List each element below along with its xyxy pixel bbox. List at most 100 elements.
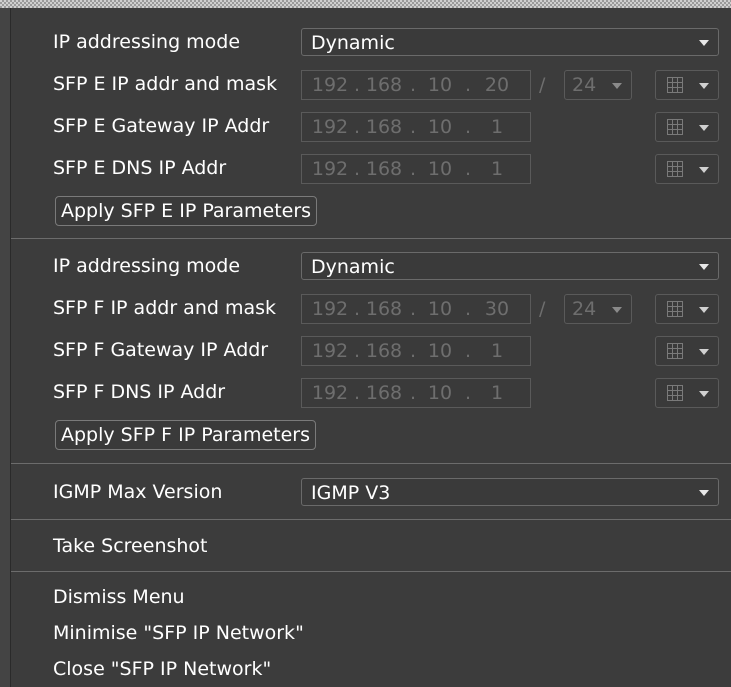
ip-octet-3[interactable]: 10 [420, 381, 460, 405]
sfp-e-ip-label: SFP E IP addr and mask [53, 73, 278, 95]
chevron-down-icon [699, 125, 709, 131]
igmp-label: IGMP Max Version [53, 481, 223, 503]
sfp-f-mask-value: 24 [572, 298, 597, 320]
octet-dot: . [354, 158, 361, 180]
ip-octet-4[interactable]: 1 [474, 115, 520, 139]
sfp-e-dns-keypad-button[interactable] [655, 154, 719, 184]
take-screenshot-item[interactable]: Take Screenshot [53, 534, 208, 558]
ip-octet-1[interactable]: 192 [308, 339, 352, 363]
sfp-e-gateway-field[interactable]: 192 . 168 . 10 . 1 [301, 112, 531, 142]
ip-octet-2[interactable]: 168 [362, 297, 406, 321]
ip-octet-2[interactable]: 168 [362, 339, 406, 363]
sfp-f-mask-select[interactable]: 24 [564, 294, 632, 324]
sfp-e-dns-label: SFP E DNS IP Addr [53, 157, 227, 179]
ip-octet-3[interactable]: 10 [420, 339, 460, 363]
divider [11, 571, 731, 572]
ip-octet-4[interactable]: 20 [474, 73, 520, 97]
divider [11, 238, 731, 239]
keypad-grid-icon [667, 385, 683, 401]
octet-dot: . [354, 116, 361, 138]
ip-octet-2[interactable]: 168 [362, 115, 406, 139]
mask-slash: / [539, 74, 546, 96]
sfp-f-ip-keypad-button[interactable] [655, 294, 719, 324]
ip-octet-3[interactable]: 10 [420, 157, 460, 181]
octet-dot: . [354, 298, 361, 320]
close-item[interactable]: Close "SFP IP Network" [53, 657, 271, 681]
ip-octet-4[interactable]: 1 [474, 157, 520, 181]
chevron-down-icon [699, 264, 709, 270]
ip-octet-4[interactable]: 1 [474, 339, 520, 363]
sfp-e-gateway-keypad-button[interactable] [655, 112, 719, 142]
apply-sfp-f-button[interactable]: Apply SFP F IP Parameters [55, 420, 316, 450]
octet-dot: . [465, 382, 472, 404]
chevron-down-icon [612, 307, 622, 313]
octet-dot: . [465, 116, 472, 138]
ip-octet-1[interactable]: 192 [308, 381, 352, 405]
mask-slash: / [539, 298, 546, 320]
sfp-f-gateway-keypad-button[interactable] [655, 336, 719, 366]
sfp-f-gateway-label: SFP F Gateway IP Addr [53, 339, 269, 361]
sfp-e-mask-select[interactable]: 24 [564, 70, 632, 100]
ip-octet-1[interactable]: 192 [308, 297, 352, 321]
ip-octet-4[interactable]: 1 [474, 381, 520, 405]
ip-octet-1[interactable]: 192 [308, 115, 352, 139]
octet-dot: . [410, 116, 417, 138]
chevron-down-icon [699, 167, 709, 173]
ip-octet-3[interactable]: 10 [420, 73, 460, 97]
octet-dot: . [410, 340, 417, 362]
chevron-down-icon [699, 307, 709, 313]
sfp-e-mode-select[interactable]: Dynamic [301, 28, 719, 56]
keypad-grid-icon [667, 77, 683, 93]
sfp-f-mode-select[interactable]: Dynamic [301, 252, 719, 280]
chevron-down-icon [699, 349, 709, 355]
sfp-f-gateway-field[interactable]: 192 . 168 . 10 . 1 [301, 336, 531, 366]
window-title-strip[interactable] [0, 0, 731, 8]
sfp-e-mode-value: Dynamic [311, 32, 395, 54]
ip-octet-3[interactable]: 10 [420, 297, 460, 321]
dismiss-menu-item[interactable]: Dismiss Menu [53, 585, 185, 609]
octet-dot: . [410, 158, 417, 180]
keypad-grid-icon [667, 301, 683, 317]
apply-sfp-e-button[interactable]: Apply SFP E IP Parameters [55, 196, 318, 226]
keypad-grid-icon [667, 343, 683, 359]
octet-dot: . [354, 382, 361, 404]
ip-octet-1[interactable]: 192 [308, 73, 352, 97]
sfp-f-mode-value: Dynamic [311, 256, 395, 278]
ip-octet-2[interactable]: 168 [362, 381, 406, 405]
sfp-e-gateway-label: SFP E Gateway IP Addr [53, 115, 270, 137]
sfp-f-ip-label: SFP F IP addr and mask [53, 297, 277, 319]
context-menu-panel: IP addressing mode Dynamic SFP E IP addr… [10, 8, 731, 687]
sfp-f-ip-field[interactable]: 192 . 168 . 10 . 30 [301, 294, 531, 324]
ip-octet-3[interactable]: 10 [420, 115, 460, 139]
ip-octet-2[interactable]: 168 [362, 157, 406, 181]
chevron-down-icon [699, 40, 709, 46]
minimise-item[interactable]: Minimise "SFP IP Network" [53, 621, 304, 645]
octet-dot: . [410, 74, 417, 96]
octet-dot: . [410, 382, 417, 404]
sfp-e-ip-keypad-button[interactable] [655, 70, 719, 100]
octet-dot: . [465, 340, 472, 362]
divider [11, 463, 731, 464]
divider [11, 519, 731, 520]
octet-dot: . [354, 340, 361, 362]
sfp-e-mask-value: 24 [572, 74, 597, 96]
chevron-down-icon [699, 391, 709, 397]
keypad-grid-icon [667, 119, 683, 135]
octet-dot: . [465, 158, 472, 180]
sfp-e-mode-label: IP addressing mode [53, 31, 241, 53]
sfp-f-dns-keypad-button[interactable] [655, 378, 719, 408]
ip-octet-1[interactable]: 192 [308, 157, 352, 181]
ip-octet-2[interactable]: 168 [362, 73, 406, 97]
igmp-version-value: IGMP V3 [311, 482, 391, 504]
chevron-down-icon [699, 490, 709, 496]
octet-dot: . [354, 74, 361, 96]
chevron-down-icon [612, 83, 622, 89]
igmp-version-select[interactable]: IGMP V3 [301, 478, 719, 506]
sfp-f-dns-field[interactable]: 192 . 168 . 10 . 1 [301, 378, 531, 408]
chevron-down-icon [699, 83, 709, 89]
sfp-e-dns-field[interactable]: 192 . 168 . 10 . 1 [301, 154, 531, 184]
octet-dot: . [465, 298, 472, 320]
ip-octet-4[interactable]: 30 [474, 297, 520, 321]
sfp-e-ip-field[interactable]: 192 . 168 . 10 . 20 [301, 70, 531, 100]
octet-dot: . [465, 74, 472, 96]
